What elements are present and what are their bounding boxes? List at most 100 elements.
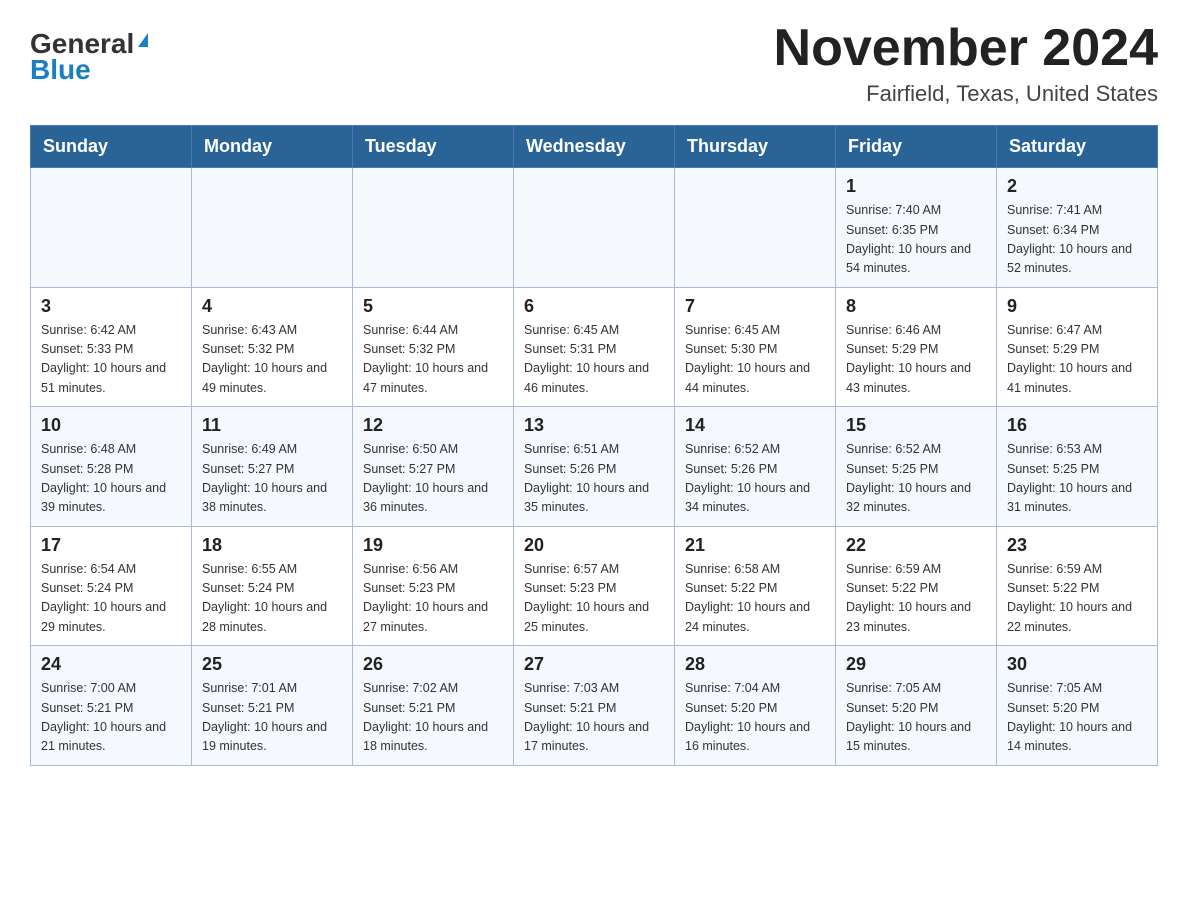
calendar-cell: 14 Sunrise: 6:52 AMSunset: 5:26 PMDayligh…	[675, 407, 836, 527]
day-info: Sunrise: 6:52 AMSunset: 5:26 PMDaylight:…	[685, 440, 825, 518]
calendar-cell	[353, 168, 514, 288]
day-number: 9	[1007, 296, 1147, 317]
calendar-cell: 9 Sunrise: 6:47 AMSunset: 5:29 PMDaylight…	[997, 287, 1158, 407]
calendar-cell: 23Sunrise: 6:59 AMSunset: 5:22 PMDayligh…	[997, 526, 1158, 646]
day-info: Sunrise: 7:03 AMSunset: 5:21 PMDaylight:…	[524, 679, 664, 757]
day-info: Sunrise: 6:57 AMSunset: 5:23 PMDaylight:…	[524, 560, 664, 638]
calendar-cell: 29 Sunrise: 7:05 AMSunset: 5:20 PMDayligh…	[836, 646, 997, 766]
calendar-cell: 1 Sunrise: 7:40 AMSunset: 6:35 PMDaylight…	[836, 168, 997, 288]
calendar-cell: 18 Sunrise: 6:55 AMSunset: 5:24 PMDayligh…	[192, 526, 353, 646]
day-info: Sunrise: 6:50 AMSunset: 5:27 PMDaylight:…	[363, 440, 503, 518]
day-info: Sunrise: 7:01 AMSunset: 5:21 PMDaylight:…	[202, 679, 342, 757]
calendar-cell: 26 Sunrise: 7:02 AMSunset: 5:21 PMDayligh…	[353, 646, 514, 766]
calendar-cell: 16Sunrise: 6:53 AMSunset: 5:25 PMDayligh…	[997, 407, 1158, 527]
calendar-header-saturday: Saturday	[997, 126, 1158, 168]
day-number: 10	[41, 415, 181, 436]
day-info: Sunrise: 6:48 AMSunset: 5:28 PMDaylight:…	[41, 440, 181, 518]
calendar-cell: 25Sunrise: 7:01 AMSunset: 5:21 PMDayligh…	[192, 646, 353, 766]
calendar-cell: 15 Sunrise: 6:52 AMSunset: 5:25 PMDayligh…	[836, 407, 997, 527]
day-info: Sunrise: 6:47 AMSunset: 5:29 PMDaylight:…	[1007, 321, 1147, 399]
day-info: Sunrise: 6:52 AMSunset: 5:25 PMDaylight:…	[846, 440, 986, 518]
calendar-cell: 10 Sunrise: 6:48 AMSunset: 5:28 PMDayligh…	[31, 407, 192, 527]
page-title: November 2024	[774, 20, 1158, 77]
day-info: Sunrise: 7:40 AMSunset: 6:35 PMDaylight:…	[846, 201, 986, 279]
calendar-week-row: 1 Sunrise: 7:40 AMSunset: 6:35 PMDaylight…	[31, 168, 1158, 288]
day-info: Sunrise: 6:56 AMSunset: 5:23 PMDaylight:…	[363, 560, 503, 638]
calendar-header: SundayMondayTuesdayWednesdayThursdayFrid…	[31, 126, 1158, 168]
calendar-cell: 12Sunrise: 6:50 AMSunset: 5:27 PMDayligh…	[353, 407, 514, 527]
calendar-cell	[675, 168, 836, 288]
calendar-header-tuesday: Tuesday	[353, 126, 514, 168]
page-subtitle: Fairfield, Texas, United States	[774, 81, 1158, 107]
day-number: 8	[846, 296, 986, 317]
calendar-week-row: 24 Sunrise: 7:00 AMSunset: 5:21 PMDayligh…	[31, 646, 1158, 766]
day-number: 6	[524, 296, 664, 317]
calendar-cell: 8 Sunrise: 6:46 AMSunset: 5:29 PMDaylight…	[836, 287, 997, 407]
day-number: 14	[685, 415, 825, 436]
day-info: Sunrise: 6:43 AMSunset: 5:32 PMDaylight:…	[202, 321, 342, 399]
day-number: 16	[1007, 415, 1147, 436]
day-number: 26	[363, 654, 503, 675]
calendar-cell: 28 Sunrise: 7:04 AMSunset: 5:20 PMDayligh…	[675, 646, 836, 766]
day-number: 28	[685, 654, 825, 675]
day-info: Sunrise: 6:58 AMSunset: 5:22 PMDaylight:…	[685, 560, 825, 638]
calendar-header-friday: Friday	[836, 126, 997, 168]
calendar-cell: 7Sunrise: 6:45 AMSunset: 5:30 PMDaylight…	[675, 287, 836, 407]
calendar-cell: 6 Sunrise: 6:45 AMSunset: 5:31 PMDaylight…	[514, 287, 675, 407]
calendar-header-monday: Monday	[192, 126, 353, 168]
day-info: Sunrise: 7:41 AMSunset: 6:34 PMDaylight:…	[1007, 201, 1147, 279]
header: General Blue November 2024 Fairfield, Te…	[30, 20, 1158, 107]
day-number: 17	[41, 535, 181, 556]
day-info: Sunrise: 7:05 AMSunset: 5:20 PMDaylight:…	[846, 679, 986, 757]
day-info: Sunrise: 6:42 AMSunset: 5:33 PMDaylight:…	[41, 321, 181, 399]
day-number: 24	[41, 654, 181, 675]
day-number: 22	[846, 535, 986, 556]
calendar-table: SundayMondayTuesdayWednesdayThursdayFrid…	[30, 125, 1158, 766]
calendar-header-sunday: Sunday	[31, 126, 192, 168]
day-info: Sunrise: 6:55 AMSunset: 5:24 PMDaylight:…	[202, 560, 342, 638]
day-info: Sunrise: 7:02 AMSunset: 5:21 PMDaylight:…	[363, 679, 503, 757]
day-info: Sunrise: 7:05 AMSunset: 5:20 PMDaylight:…	[1007, 679, 1147, 757]
calendar-cell: 30 Sunrise: 7:05 AMSunset: 5:20 PMDayligh…	[997, 646, 1158, 766]
calendar-cell: 4 Sunrise: 6:43 AMSunset: 5:32 PMDaylight…	[192, 287, 353, 407]
day-number: 20	[524, 535, 664, 556]
calendar-cell	[31, 168, 192, 288]
day-info: Sunrise: 6:59 AMSunset: 5:22 PMDaylight:…	[1007, 560, 1147, 638]
day-number: 21	[685, 535, 825, 556]
day-number: 11	[202, 415, 342, 436]
day-number: 4	[202, 296, 342, 317]
day-info: Sunrise: 6:59 AMSunset: 5:22 PMDaylight:…	[846, 560, 986, 638]
calendar-cell: 2 Sunrise: 7:41 AMSunset: 6:34 PMDaylight…	[997, 168, 1158, 288]
logo: General Blue	[30, 30, 148, 84]
day-number: 7	[685, 296, 825, 317]
day-number: 18	[202, 535, 342, 556]
calendar-cell: 24 Sunrise: 7:00 AMSunset: 5:21 PMDayligh…	[31, 646, 192, 766]
calendar-cell: 17 Sunrise: 6:54 AMSunset: 5:24 PMDayligh…	[31, 526, 192, 646]
calendar-cell: 20 Sunrise: 6:57 AMSunset: 5:23 PMDayligh…	[514, 526, 675, 646]
day-number: 15	[846, 415, 986, 436]
calendar-cell	[514, 168, 675, 288]
day-number: 5	[363, 296, 503, 317]
day-number: 13	[524, 415, 664, 436]
day-info: Sunrise: 6:45 AMSunset: 5:31 PMDaylight:…	[524, 321, 664, 399]
calendar-cell: 27 Sunrise: 7:03 AMSunset: 5:21 PMDayligh…	[514, 646, 675, 766]
calendar-cell	[192, 168, 353, 288]
calendar-cell: 13Sunrise: 6:51 AMSunset: 5:26 PMDayligh…	[514, 407, 675, 527]
day-info: Sunrise: 7:00 AMSunset: 5:21 PMDaylight:…	[41, 679, 181, 757]
day-number: 29	[846, 654, 986, 675]
day-number: 3	[41, 296, 181, 317]
calendar-week-row: 17 Sunrise: 6:54 AMSunset: 5:24 PMDayligh…	[31, 526, 1158, 646]
calendar-header-thursday: Thursday	[675, 126, 836, 168]
day-number: 27	[524, 654, 664, 675]
day-info: Sunrise: 6:54 AMSunset: 5:24 PMDaylight:…	[41, 560, 181, 638]
day-number: 1	[846, 176, 986, 197]
calendar-week-row: 10 Sunrise: 6:48 AMSunset: 5:28 PMDayligh…	[31, 407, 1158, 527]
calendar-cell: 3 Sunrise: 6:42 AMSunset: 5:33 PMDaylight…	[31, 287, 192, 407]
day-info: Sunrise: 6:49 AMSunset: 5:27 PMDaylight:…	[202, 440, 342, 518]
day-info: Sunrise: 7:04 AMSunset: 5:20 PMDaylight:…	[685, 679, 825, 757]
day-number: 2	[1007, 176, 1147, 197]
day-info: Sunrise: 6:46 AMSunset: 5:29 PMDaylight:…	[846, 321, 986, 399]
calendar-cell: 22 Sunrise: 6:59 AMSunset: 5:22 PMDayligh…	[836, 526, 997, 646]
day-number: 30	[1007, 654, 1147, 675]
logo-text-blue: Blue	[30, 56, 91, 84]
